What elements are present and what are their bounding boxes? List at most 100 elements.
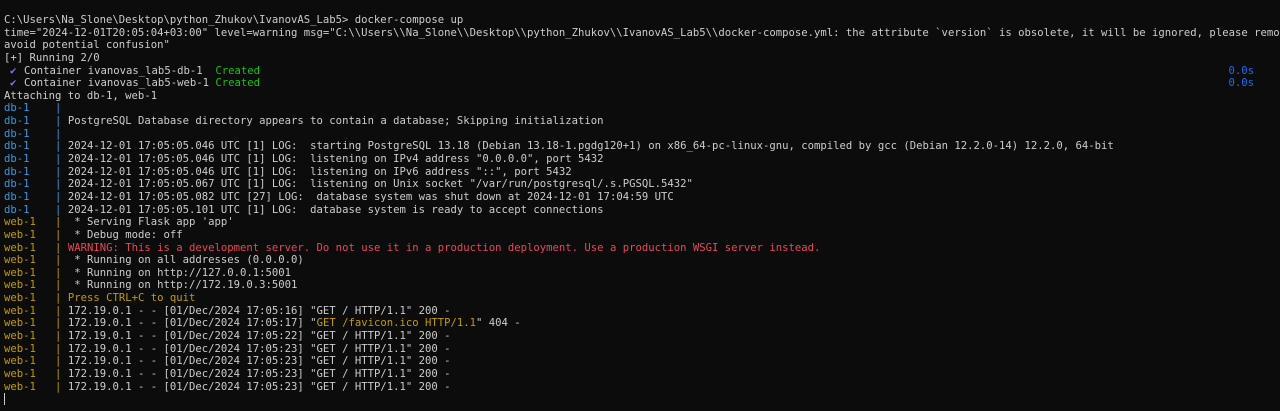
log-message: 2024-12-01 17:05:05.067 UTC [1] LOG: lis… bbox=[67, 178, 693, 191]
log-message: " 404 - bbox=[476, 317, 521, 330]
log-line-web: web-1 | 172.19.0.1 - - [01/Dec/2024 17:0… bbox=[4, 343, 1280, 356]
log-separator: | bbox=[55, 367, 62, 380]
container-time: 0.0s bbox=[1228, 64, 1254, 77]
log-line-db: db-1 | bbox=[4, 128, 1280, 141]
service-prefix: db-1 bbox=[4, 153, 30, 166]
log-line-db: db-1 | 2024-12-01 17:05:05.046 UTC [1] L… bbox=[4, 140, 1280, 153]
log-separator: | bbox=[55, 292, 62, 305]
log-message: 172.19.0.1 - - [01/Dec/2024 17:05:23] "G… bbox=[67, 355, 451, 368]
log-message: * Running on http://172.19.0.3:5001 bbox=[67, 279, 298, 292]
container-status: Created bbox=[215, 64, 261, 77]
text-cursor bbox=[4, 393, 5, 406]
log-line-web: web-1 | * Serving Flask app 'app' bbox=[4, 216, 1280, 229]
log-message: WARNING: This is a development server. D… bbox=[67, 241, 821, 254]
log-line-db: db-1 | bbox=[4, 102, 1280, 115]
log-line-web: web-1 | 172.19.0.1 - - [01/Dec/2024 17:0… bbox=[4, 355, 1280, 368]
log-line-web: web-1 | WARNING: This is a development s… bbox=[4, 242, 1280, 255]
log-message: 172.19.0.1 - - [01/Dec/2024 17:05:23] "G… bbox=[67, 380, 451, 393]
log-separator: | bbox=[55, 355, 62, 368]
log-message: * Running on http://127.0.0.1:5001 bbox=[67, 266, 292, 279]
log-line-db: db-1 | 2024-12-01 17:05:05.082 UTC [27] … bbox=[4, 191, 1280, 204]
log-separator: | bbox=[55, 241, 62, 254]
log-separator: | bbox=[55, 165, 62, 178]
log-highlight: GET /favicon.ico HTTP/1.1 bbox=[316, 317, 477, 330]
log-separator: | bbox=[55, 140, 62, 153]
log-separator: | bbox=[55, 203, 62, 216]
log-separator: | bbox=[55, 279, 62, 292]
log-message: 2024-12-01 17:05:05.046 UTC [1] LOG: sta… bbox=[67, 140, 1114, 153]
service-prefix: db-1 bbox=[4, 115, 30, 128]
container-row-web: ✔ Container ivanovas_lab5-web-1 Created 0.… bbox=[4, 77, 1280, 90]
warning-line-2: avoid potential confusion" bbox=[4, 39, 170, 52]
log-line-web: web-1 | Press CTRL+C to quit bbox=[4, 292, 1280, 305]
service-prefix: web-1 bbox=[4, 254, 36, 267]
log-line-web: web-1 | 172.19.0.1 - - [01/Dec/2024 17:0… bbox=[4, 368, 1280, 381]
service-prefix: web-1 bbox=[4, 355, 36, 368]
log-line-web: web-1 | * Running on all addresses (0.0.… bbox=[4, 254, 1280, 267]
container-status: Created bbox=[215, 77, 261, 90]
log-line-web: web-1 | 172.19.0.1 - - [01/Dec/2024 17:0… bbox=[4, 305, 1280, 318]
service-prefix: web-1 bbox=[4, 342, 36, 355]
service-prefix: web-1 bbox=[4, 304, 36, 317]
running-status: [+] Running 2/0 bbox=[4, 51, 100, 64]
log-message: * Serving Flask app 'app' bbox=[67, 216, 234, 229]
log-separator: | bbox=[55, 380, 62, 393]
log-separator: | bbox=[55, 266, 62, 279]
service-prefix: web-1 bbox=[4, 266, 36, 279]
log-separator: | bbox=[55, 228, 62, 241]
service-prefix: db-1 bbox=[4, 140, 30, 153]
container-name: Container ivanovas_lab5-db-1 bbox=[24, 64, 203, 77]
log-message: 172.19.0.1 - - [01/Dec/2024 17:05:16] "G… bbox=[67, 304, 451, 317]
log-line-db: db-1 | 2024-12-01 17:05:05.046 UTC [1] L… bbox=[4, 166, 1280, 179]
service-prefix: db-1 bbox=[4, 203, 30, 216]
log-separator: | bbox=[55, 330, 62, 343]
service-prefix: web-1 bbox=[4, 317, 36, 330]
log-line-db: db-1 | 2024-12-01 17:05:05.101 UTC [1] L… bbox=[4, 204, 1280, 217]
service-prefix: web-1 bbox=[4, 228, 36, 241]
log-separator: | bbox=[55, 102, 62, 115]
log-separator: | bbox=[55, 342, 62, 355]
service-prefix: web-1 bbox=[4, 216, 36, 229]
log-message: 172.19.0.1 - - [01/Dec/2024 17:05:22] "G… bbox=[67, 330, 451, 343]
log-line-web: web-1 | 172.19.0.1 - - [01/Dec/2024 17:0… bbox=[4, 317, 1280, 330]
terminal-output[interactable]: C:\Users\Na_Slone\Desktop\python_Zhukov\… bbox=[4, 14, 1280, 406]
service-prefix: web-1 bbox=[4, 380, 36, 393]
log-line-web: web-1 | * Running on http://172.19.0.3:5… bbox=[4, 279, 1280, 292]
log-line-db: db-1 | 2024-12-01 17:05:05.046 UTC [1] L… bbox=[4, 153, 1280, 166]
log-message: 172.19.0.1 - - [01/Dec/2024 17:05:23] "G… bbox=[67, 367, 451, 380]
log-message: * Debug mode: off bbox=[67, 228, 183, 241]
log-separator: | bbox=[55, 304, 62, 317]
log-separator: | bbox=[55, 127, 62, 140]
log-message: 172.19.0.1 - - [01/Dec/2024 17:05:17] " bbox=[67, 317, 317, 330]
check-icon: ✔ bbox=[10, 77, 17, 90]
service-prefix: web-1 bbox=[4, 279, 36, 292]
prompt-line bbox=[4, 393, 1280, 406]
log-line-web: web-1 | 172.19.0.1 - - [01/Dec/2024 17:0… bbox=[4, 330, 1280, 343]
service-prefix: db-1 bbox=[4, 190, 30, 203]
container-row-db: ✔ Container ivanovas_lab5-db-1 Created 0.0… bbox=[4, 65, 1280, 78]
log-separator: | bbox=[55, 178, 62, 191]
log-message: 2024-12-01 17:05:05.082 UTC [27] LOG: da… bbox=[67, 190, 674, 203]
log-separator: | bbox=[55, 190, 62, 203]
log-line-web: web-1 | 172.19.0.1 - - [01/Dec/2024 17:0… bbox=[4, 381, 1280, 394]
log-message: 2024-12-01 17:05:05.101 UTC [1] LOG: dat… bbox=[67, 203, 604, 216]
log-message: Press CTRL+C to quit bbox=[67, 292, 196, 305]
check-icon: ✔ bbox=[10, 64, 17, 77]
web-log-block: web-1 | * Serving Flask app 'app' web-1 |… bbox=[4, 216, 1280, 393]
log-message: PostgreSQL Database directory appears to… bbox=[67, 115, 604, 128]
service-prefix: db-1 bbox=[4, 102, 30, 115]
log-separator: | bbox=[55, 216, 62, 229]
log-message: 2024-12-01 17:05:05.046 UTC [1] LOG: lis… bbox=[67, 153, 604, 166]
service-prefix: web-1 bbox=[4, 241, 36, 254]
log-line-db: db-1 | PostgreSQL Database directory app… bbox=[4, 115, 1280, 128]
log-message: * Running on all addresses (0.0.0.0) bbox=[67, 254, 304, 267]
service-prefix: db-1 bbox=[4, 178, 30, 191]
log-separator: | bbox=[55, 317, 62, 330]
log-line-web: web-1 | * Running on http://127.0.0.1:50… bbox=[4, 267, 1280, 280]
service-prefix: db-1 bbox=[4, 165, 30, 178]
service-prefix: web-1 bbox=[4, 367, 36, 380]
log-line-web: web-1 | * Debug mode: off bbox=[4, 229, 1280, 242]
attaching-line: Attaching to db-1, web-1 bbox=[4, 89, 158, 102]
log-message: 172.19.0.1 - - [01/Dec/2024 17:05:23] "G… bbox=[67, 342, 451, 355]
warning-line-1: time="2024-12-01T20:05:04+03:00" level=w… bbox=[4, 26, 1280, 39]
